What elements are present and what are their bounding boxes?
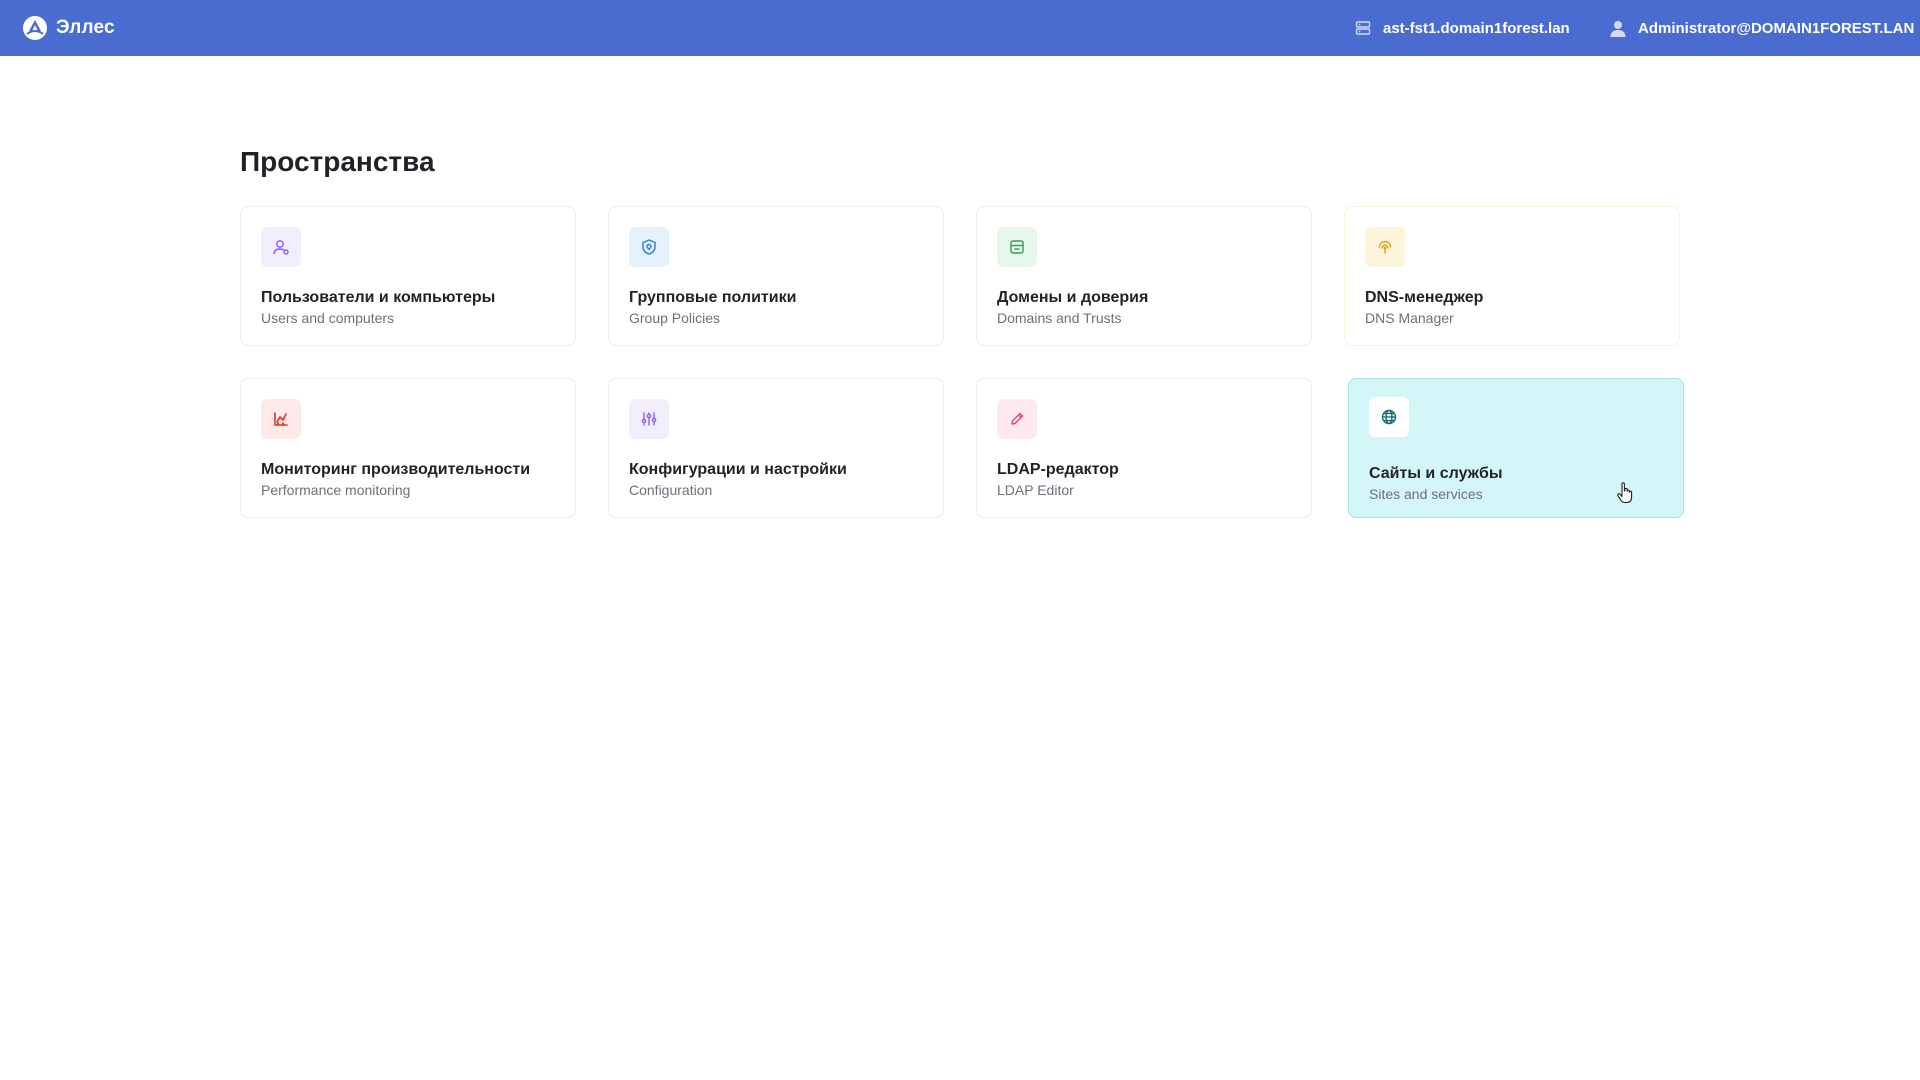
dns-icon-tile: [1365, 227, 1405, 267]
brand-name: Эллес: [56, 17, 115, 38]
card-title: Сайты и службы: [1369, 465, 1503, 482]
card-subtitle: Domains and Trusts: [997, 310, 1122, 326]
card-title: Мониторинг производительности: [261, 461, 531, 478]
card-subtitle: Users and computers: [261, 310, 395, 326]
space-card-users[interactable]: Пользователи и компьютеры Users and comp…: [240, 206, 576, 346]
card-subtitle: Sites and services: [1369, 486, 1483, 502]
card-title: LDAP-редактор: [997, 461, 1119, 478]
shield-icon-tile: [629, 227, 669, 267]
card-subtitle: LDAP Editor: [997, 482, 1074, 498]
card-title: Пользователи и компьютеры: [261, 289, 496, 306]
space-card-group-policies[interactable]: Групповые политики Group Policies: [608, 206, 944, 346]
space-card-configuration[interactable]: Конфигурации и настройки Configuration: [608, 378, 944, 518]
domain-icon: [1010, 240, 1024, 254]
user-name: Administrator@DOMAIN1FOREST.LAN: [1638, 19, 1915, 37]
card-title: DNS-менеджер: [1365, 289, 1484, 306]
server-icon: [1355, 21, 1371, 35]
top-bar: Эллес ast-fst1.domain1forest.lan Adminis…: [0, 0, 1920, 56]
card-title: Групповые политики: [629, 289, 797, 306]
users-icon-tile: [261, 227, 301, 267]
user-menu[interactable]: Administrator@DOMAIN1FOREST.LAN: [1610, 0, 1914, 56]
sliders-icon-tile: [629, 399, 669, 439]
shield-icon: [642, 239, 656, 255]
space-card-domains[interactable]: Домены и доверия Domains and Trusts: [976, 206, 1312, 346]
elles-logo-icon: [23, 16, 47, 40]
card-title: Домены и доверия: [997, 289, 1149, 306]
card-subtitle: DNS Manager: [1365, 310, 1454, 326]
brand-link[interactable]: Эллес: [22, 0, 115, 56]
space-card-ldap-editor[interactable]: LDAP-редактор LDAP Editor: [976, 378, 1312, 518]
host-indicator[interactable]: ast-fst1.domain1forest.lan: [1355, 0, 1570, 56]
sliders-icon: [641, 412, 657, 426]
card-subtitle: Configuration: [629, 482, 713, 498]
dns-signal-icon: [1378, 240, 1392, 254]
page-title: Пространства: [240, 146, 435, 177]
pencil-icon: [1011, 412, 1024, 425]
users-icon: [273, 240, 289, 255]
card-title: Конфигурации и настройки: [629, 461, 847, 478]
globe-icon-tile: [1369, 397, 1409, 437]
globe-icon: [1381, 409, 1397, 425]
space-card-dns[interactable]: DNS-менеджер DNS Manager: [1344, 206, 1680, 346]
user-icon: [1610, 20, 1626, 37]
space-card-sites-services[interactable]: Сайты и службы Sites and services: [1348, 378, 1684, 518]
chart-icon-tile: [261, 399, 301, 439]
card-subtitle: Group Policies: [629, 310, 721, 326]
domain-icon-tile: [997, 227, 1037, 267]
chart-icon: [274, 412, 288, 426]
space-card-performance[interactable]: Мониторинг производительности Performanc…: [240, 378, 576, 518]
card-subtitle: Performance monitoring: [261, 482, 411, 498]
pencil-icon-tile: [997, 399, 1037, 439]
host-name: ast-fst1.domain1forest.lan: [1383, 19, 1570, 37]
